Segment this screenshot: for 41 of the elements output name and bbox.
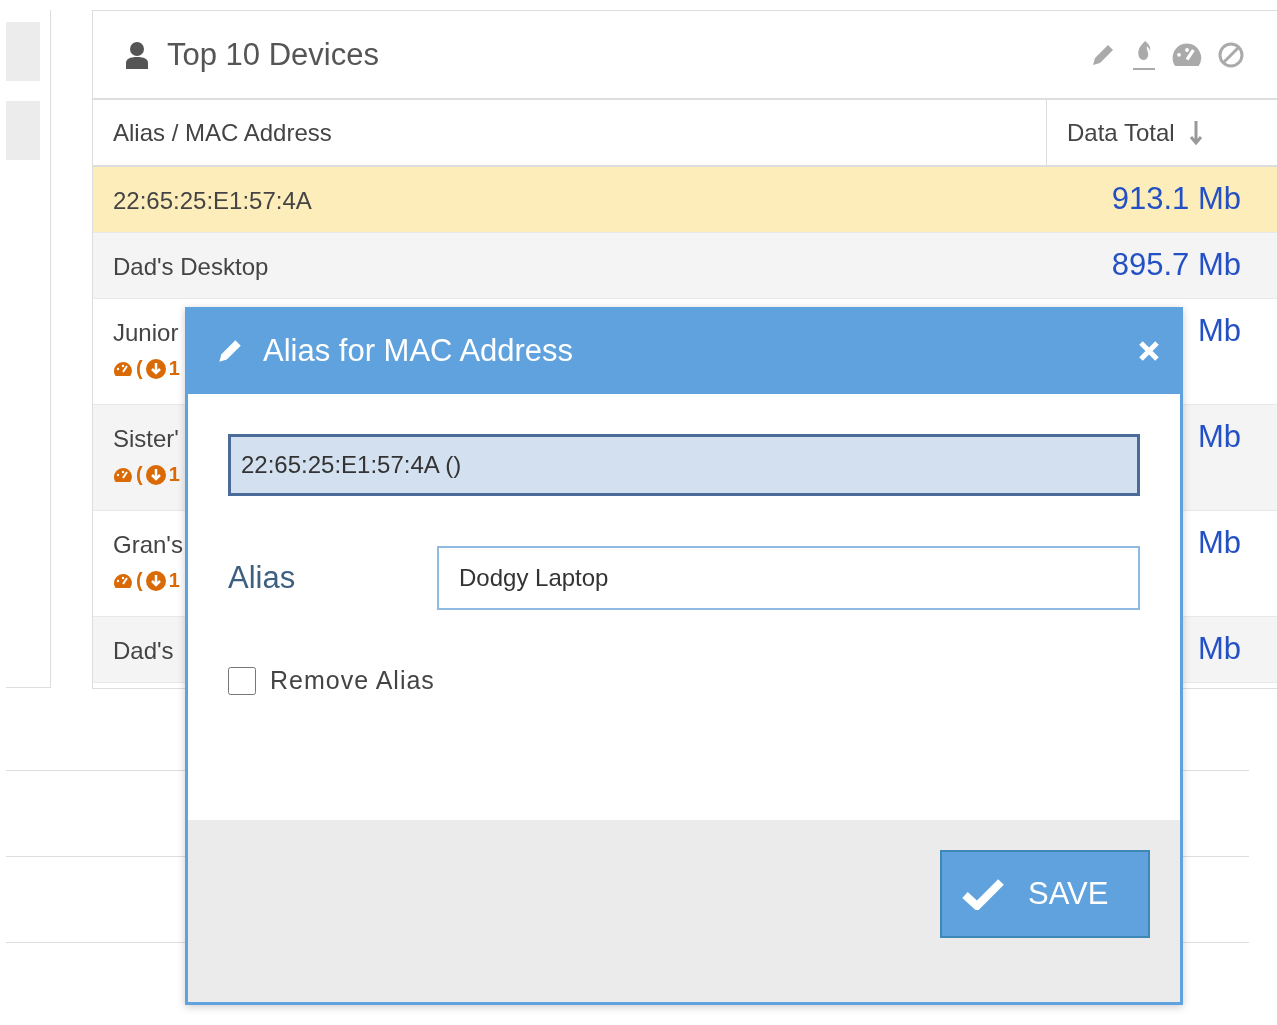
check-icon [962,878,1004,910]
paren-text: ( [136,463,143,486]
remove-alias-checkbox[interactable] [228,666,256,695]
column-header[interactable]: Alias / MAC Address [93,100,1046,165]
panel-title: Top 10 Devices [167,36,380,73]
device-name: Dad's [113,637,174,665]
data-total: Mb [1197,525,1241,562]
data-total: 895.7 Mb [1111,247,1241,284]
column-header[interactable]: Data Total [1046,100,1277,165]
dialog-title: Alias for MAC Address [263,332,575,369]
alias-label: Alias [228,560,297,596]
count-text: 1 [168,357,180,380]
speedometer-icon [113,360,133,377]
data-total: Mb [1197,313,1241,350]
paren-text: ( [136,569,143,592]
mac-address-field[interactable]: 22:65:25:E1:57:4A () [228,434,1140,496]
device-name: Dad's Desktop [113,253,269,281]
device-name: Sister' [113,425,180,453]
device-name: Junior [113,319,180,347]
close-button[interactable] [1137,338,1161,363]
speedometer-icon [113,572,133,589]
download-icon [145,358,166,379]
speedometer-icon [113,466,133,483]
data-total: 913.1 Mb [1111,181,1241,218]
paren-text: ( [136,357,143,380]
alias-input-field[interactable]: Dodgy Laptop [437,546,1140,610]
count-text: 1 [168,569,180,592]
table-row[interactable]: 22:65:25:E1:57:4A 913.1 Mb [93,167,1277,233]
device-name: Gran's [113,531,183,559]
data-total: Mb [1197,631,1241,668]
user-icon [125,40,149,69]
table-row[interactable]: Dad's Desktop 895.7 Mb [93,233,1277,299]
checkbox-label: Remove Alias [270,666,435,695]
device-name: 22:65:25:E1:57:4A [113,187,312,215]
count-text: 1 [168,463,180,486]
download-icon [145,570,166,591]
speedometer-icon [1171,41,1203,68]
download-icon [145,464,166,485]
data-total: Mb [1197,419,1241,456]
block-icon[interactable] [1217,40,1245,69]
flame-icon[interactable] [1131,38,1157,71]
